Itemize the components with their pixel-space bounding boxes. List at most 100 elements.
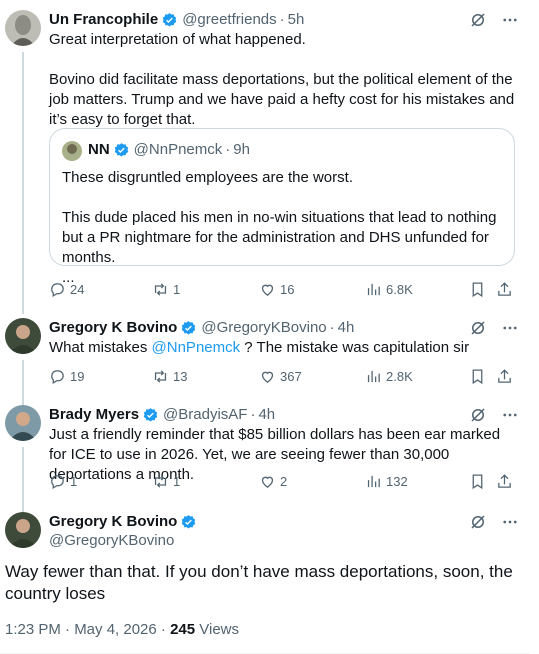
quote-author-handle: @NnPnemck [133,141,223,158]
repost-button[interactable]: 1 [152,471,180,491]
avatar[interactable] [5,405,41,441]
thread-line [22,360,24,406]
like-button[interactable]: 2 [259,471,287,491]
avatar[interactable] [5,10,41,46]
post-actions: 19 13 367 2.8K [49,366,515,386]
views-total: 245 [170,621,196,638]
post-gregory-bovino-reply[interactable]: Gregory K Bovino @GregoryKBovino · 4h Wh… [0,318,530,406]
bookmark-icon [472,368,483,384]
verified-badge-icon [182,320,196,335]
post-top-actions [468,405,520,425]
post-timestamp[interactable]: 1:23 PM · May 4, 2026 · [5,621,170,638]
like-button[interactable]: 16 [259,279,294,299]
post-actions: 1 1 2 132 [49,471,515,491]
author-name[interactable]: Gregory K Bovino [49,512,177,532]
separator-dot: · [279,11,285,28]
avatar[interactable] [5,512,41,548]
post-metadata: 1:23 PM · May 4, 2026 · 245 Views [5,621,239,638]
post-un-francophile[interactable]: Un Francophile @greetfriends · 5h Great … [0,10,530,314]
verified-badge-icon [143,407,158,422]
share-icon [498,473,511,488]
separator-dot: · [250,406,256,423]
views-count: 132 [386,473,408,489]
verified-badge-icon [114,142,128,157]
verified-badge-icon [162,12,177,27]
views-button[interactable]: 2.8K [365,366,413,386]
reply-button[interactable]: 1 [49,471,77,491]
repost-button[interactable]: 13 [152,366,187,386]
share-button[interactable] [496,471,513,491]
thread-line [22,447,24,513]
post-brady-myers[interactable]: Brady Myers @BradyisAF · 4h Just a frien… [0,405,530,513]
views-icon [367,475,380,487]
post-top-actions [468,318,520,338]
quote-time: 9h [233,141,250,158]
thread-view: Un Francophile @greetfriends · 5h Great … [0,0,539,654]
views-count: 2.8K [386,368,413,384]
author-handle[interactable]: @GregoryKBovino [201,318,326,338]
post-header: Un Francophile @greetfriends · 5h [49,10,304,30]
post-top-actions [468,10,520,30]
reply-icon [51,369,64,384]
separator-dot: · [225,141,231,158]
reply-icon [51,282,64,297]
grok-icon[interactable] [468,405,488,425]
bookmark-button[interactable] [469,366,486,386]
reply-count: 24 [70,281,85,297]
more-options-icon[interactable] [500,405,520,425]
views-button[interactable]: 6.8K [365,279,413,299]
share-icon [498,281,511,296]
quoted-post[interactable]: NN @NnPnemck · 9h These disgruntled empl… [49,128,515,286]
repost-icon [154,474,167,488]
views-button[interactable]: 132 [365,471,408,491]
mention-link[interactable]: @NnPnemck [152,339,241,356]
share-button[interactable] [496,366,513,386]
repost-count: 1 [173,473,181,489]
author-name[interactable]: Gregory K Bovino [49,318,177,338]
reply-count: 1 [70,473,78,489]
bookmark-icon [472,473,483,489]
post-text: What mistakes @NnPnemck ? The mistake wa… [49,338,519,358]
author-handle[interactable]: @GregoryKBovino [49,531,174,551]
post-header: Gregory K Bovino @GregoryKBovino · 4h [49,318,354,338]
more-options-icon[interactable] [500,512,520,532]
repost-button[interactable]: 1 [152,279,180,299]
reply-icon [51,474,64,489]
author-name[interactable]: Un Francophile [49,10,158,30]
like-count: 367 [280,368,302,384]
main-post: Gregory K Bovino @GregoryKBovino Way few… [0,512,530,654]
post-time[interactable]: 5h [288,10,305,30]
bookmark-button[interactable] [469,471,486,491]
views-label: Views [195,621,240,638]
reply-button[interactable]: 24 [49,279,84,299]
more-options-icon[interactable] [500,318,520,338]
post-header: Gregory K Bovino [49,512,201,532]
avatar[interactable] [5,318,41,354]
separator-dot: · [329,319,335,336]
author-handle[interactable]: @BradyisAF [163,405,247,425]
quote-author-name: NN [88,141,110,158]
post-time[interactable]: 4h [258,405,275,425]
bookmark-icon [472,281,483,297]
grok-icon[interactable] [468,10,488,30]
author-name[interactable]: Brady Myers [49,405,139,425]
post-time[interactable]: 4h [338,318,355,338]
grok-icon[interactable] [468,512,488,532]
quote-avatar [62,141,82,161]
share-button[interactable] [496,279,513,299]
like-button[interactable]: 367 [259,366,302,386]
post-top-actions [468,512,520,532]
author-handle[interactable]: @greetfriends [182,10,276,30]
bookmark-button[interactable] [469,279,486,299]
main-handle-row: @GregoryKBovino [49,531,174,551]
more-options-icon[interactable] [500,10,520,30]
reply-count: 19 [70,368,85,384]
heart-icon [261,371,274,383]
reply-button[interactable]: 19 [49,366,84,386]
views-icon [367,370,380,382]
share-icon [498,368,511,383]
heart-icon [261,284,274,296]
post-text: Great interpretation of what happened. B… [49,31,515,128]
grok-icon[interactable] [468,318,488,338]
repost-count: 13 [173,368,188,384]
